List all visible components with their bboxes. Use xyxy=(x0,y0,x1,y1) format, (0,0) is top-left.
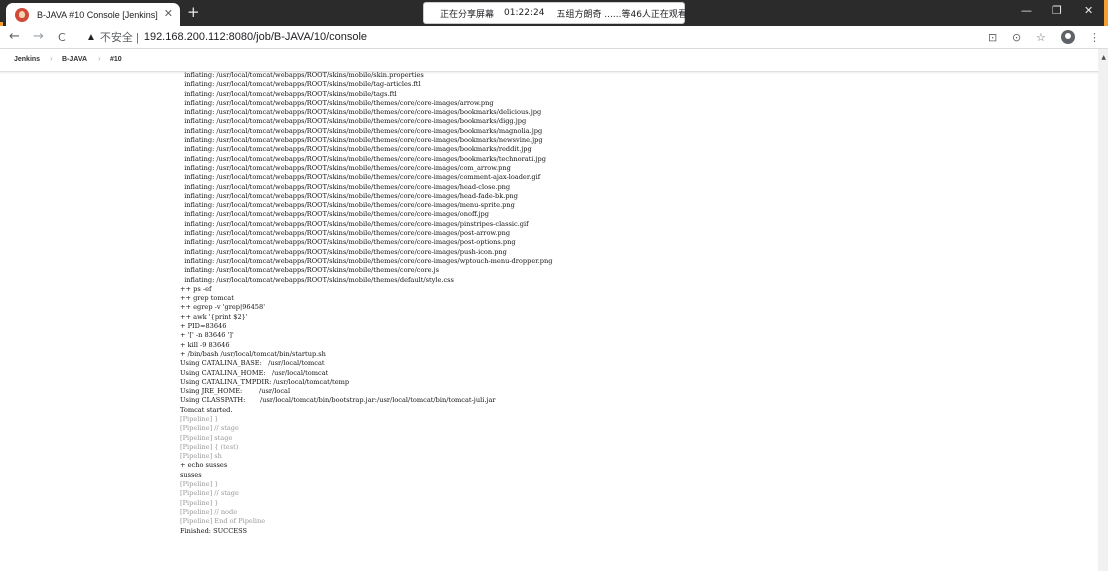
console-line: inflating: /usr/local/tomcat/webapps/ROO… xyxy=(180,229,511,238)
console-line: ++ grep tomcat xyxy=(180,294,234,303)
console-line: inflating: /usr/local/tomcat/webapps/ROO… xyxy=(180,256,553,265)
close-tab-icon[interactable]: ✕ xyxy=(164,8,173,20)
console-line: susses xyxy=(180,470,202,479)
profile-avatar-icon[interactable] xyxy=(1061,30,1075,44)
share-viewers: 五组方朗奇 ......等46人正在观看 xyxy=(556,9,687,20)
console-line: [Pipeline] } xyxy=(180,498,219,507)
console-line: inflating: /usr/local/tomcat/webapps/ROO… xyxy=(180,98,494,107)
back-button[interactable]: ← xyxy=(9,30,20,44)
console-line: + /bin/bash /usr/local/tomcat/bin/startu… xyxy=(180,349,326,358)
address-bar[interactable]: ▲ 不安全 | 192.168.200.112:8080/job/B-JAVA/… xyxy=(86,29,986,45)
tab-title: B-JAVA #10 Console [Jenkins] xyxy=(37,9,158,20)
console-line: [Pipeline] // stage xyxy=(180,489,239,498)
console-line: [Pipeline] { (test) xyxy=(180,442,239,451)
console-line: + kill -9 83646 xyxy=(180,340,230,349)
share-status: 正在分享屏幕 xyxy=(440,9,495,20)
console-line: inflating: /usr/local/tomcat/webapps/ROO… xyxy=(180,145,532,154)
url-text[interactable]: 192.168.200.112:8080/job/B-JAVA/10/conso… xyxy=(144,31,367,43)
console-line: inflating: /usr/local/tomcat/webapps/ROO… xyxy=(180,163,511,172)
console-line: inflating: /usr/local/tomcat/webapps/ROO… xyxy=(180,182,511,191)
share-time: 01:22:24 xyxy=(504,8,545,18)
console-line: [Pipeline] } xyxy=(180,480,219,489)
console-line: inflating: /usr/local/tomcat/webapps/ROO… xyxy=(180,247,507,256)
console-line: + '[' -n 83646 ']' xyxy=(180,331,234,340)
console-line: [Pipeline] // node xyxy=(180,507,238,516)
console-line: inflating: /usr/local/tomcat/webapps/ROO… xyxy=(180,117,527,126)
console-line: [Pipeline] stage xyxy=(180,433,233,442)
console-line: [Pipeline] } xyxy=(180,414,219,423)
console-line: Using CATALINA_BASE: /usr/local/tomcat xyxy=(180,359,325,368)
console-line: [Pipeline] sh xyxy=(180,452,222,461)
console-line: Using JRE_HOME: /usr/local xyxy=(180,387,291,396)
bookmark-star-icon[interactable]: ☆ xyxy=(1036,31,1046,44)
breadcrumb-jenkins[interactable]: Jenkins xyxy=(14,56,40,63)
console-line: inflating: /usr/local/tomcat/webapps/ROO… xyxy=(180,89,397,98)
console-line: inflating: /usr/local/tomcat/webapps/ROO… xyxy=(180,201,515,210)
security-label: 不安全 | xyxy=(99,32,139,44)
console-line: Using CLASSPATH: /usr/local/tomcat/bin/b… xyxy=(180,396,496,405)
warning-icon[interactable]: ▲ xyxy=(86,32,96,43)
console-line: inflating: /usr/local/tomcat/webapps/ROO… xyxy=(180,80,421,89)
console-line: Tomcat started. xyxy=(180,405,233,414)
console-line: + PID=83646 xyxy=(180,322,227,331)
console-line: inflating: /usr/local/tomcat/webapps/ROO… xyxy=(180,238,516,247)
console-line: inflating: /usr/local/tomcat/webapps/ROO… xyxy=(180,275,454,284)
screen-share-banner: 正在分享屏幕 01:22:24 五组方朗奇 ......等46人正在观看 xyxy=(424,3,687,23)
console-line: inflating: /usr/local/tomcat/webapps/ROO… xyxy=(180,266,440,275)
breadcrumb-separator: › xyxy=(50,55,53,63)
close-window-button[interactable]: ✕ xyxy=(1084,4,1093,17)
console-output: inflating: /usr/local/tomcat/webapps/ROO… xyxy=(180,71,1060,571)
console-line: inflating: /usr/local/tomcat/webapps/ROO… xyxy=(180,108,542,117)
jenkins-favicon-icon xyxy=(15,7,29,22)
console-line: Using CATALINA_HOME: /usr/local/tomcat xyxy=(180,368,329,377)
console-line: + echo susses xyxy=(180,461,228,470)
minimize-button[interactable]: — xyxy=(1021,4,1032,17)
console-line: inflating: /usr/local/tomcat/webapps/ROO… xyxy=(180,173,541,182)
browser-titlebar: B-JAVA #10 Console [Jenkins] ✕ + 正在分享屏幕 … xyxy=(0,0,1108,26)
forward-button[interactable]: → xyxy=(33,30,44,44)
browser-tab[interactable]: B-JAVA #10 Console [Jenkins] ✕ xyxy=(6,3,180,26)
console-line: inflating: /usr/local/tomcat/webapps/ROO… xyxy=(180,219,529,228)
console-line: inflating: /usr/local/tomcat/webapps/ROO… xyxy=(180,126,543,135)
console-line: inflating: /usr/local/tomcat/webapps/ROO… xyxy=(180,210,489,219)
console-line: [Pipeline] // stage xyxy=(180,424,239,433)
breadcrumb-build[interactable]: #10 xyxy=(110,56,122,63)
browser-toolbar: ← → C ▲ 不安全 | 192.168.200.112:8080/job/B… xyxy=(0,26,1108,49)
console-line: [Pipeline] End of Pipeline xyxy=(180,517,266,526)
translate-icon[interactable]: ⊡ xyxy=(988,31,997,44)
new-tab-button[interactable]: + xyxy=(187,4,200,20)
reload-button[interactable]: C xyxy=(58,31,66,45)
scroll-up-arrow-icon[interactable]: ▲ xyxy=(1101,54,1106,61)
console-line: ++ awk '{print $2}' xyxy=(180,312,248,321)
maximize-button[interactable]: ❐ xyxy=(1052,4,1062,17)
console-line: Using CATALINA_TMPDIR: /usr/local/tomcat… xyxy=(180,377,350,386)
console-line: Finished: SUCCESS xyxy=(180,526,248,535)
console-line: inflating: /usr/local/tomcat/webapps/ROO… xyxy=(180,154,546,163)
console-line: ++ egrep -v 'grep|96458' xyxy=(180,303,266,312)
breadcrumb: Jenkins › B-JAVA › #10 xyxy=(0,49,1108,72)
breadcrumb-job[interactable]: B-JAVA xyxy=(62,56,87,63)
console-line: inflating: /usr/local/tomcat/webapps/ROO… xyxy=(180,71,424,79)
page-scrollbar[interactable] xyxy=(1098,49,1108,571)
zoom-icon[interactable]: ⊙ xyxy=(1012,31,1021,44)
browser-menu-icon[interactable]: ⋮ xyxy=(1089,31,1100,44)
console-line: inflating: /usr/local/tomcat/webapps/ROO… xyxy=(180,136,543,145)
console-line: inflating: /usr/local/tomcat/webapps/ROO… xyxy=(180,191,519,200)
breadcrumb-separator: › xyxy=(98,55,101,63)
console-line: ++ ps -ef xyxy=(180,284,212,293)
